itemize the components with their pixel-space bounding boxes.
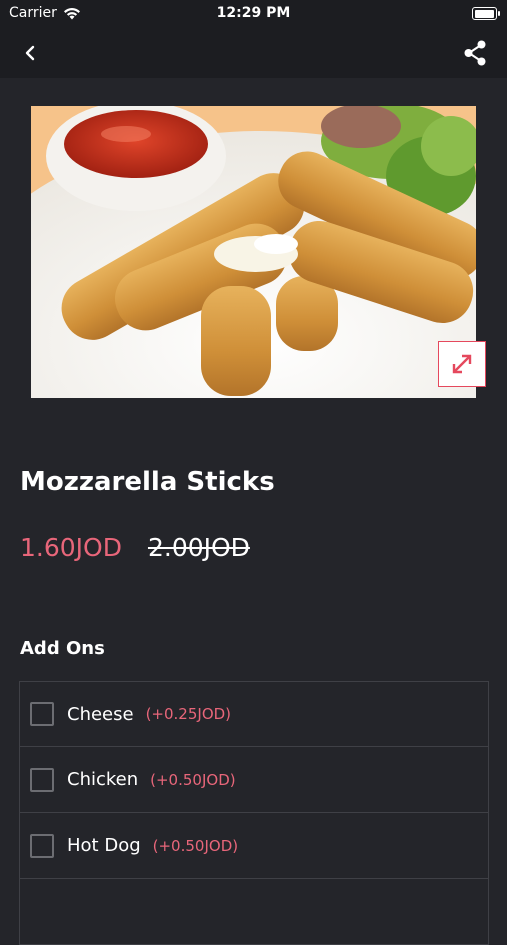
addon-checkbox[interactable] (30, 767, 54, 792)
addon-checkbox[interactable] (30, 833, 54, 858)
share-icon (464, 40, 486, 66)
nav-bar (0, 28, 507, 78)
expand-diagonal-icon (452, 354, 472, 374)
addons-list: Cheese (+0.25JOD) Chicken (+0.50JOD) Hot… (19, 681, 489, 945)
chevron-left-icon (25, 45, 35, 61)
addon-checkbox[interactable] (30, 702, 54, 726)
back-button[interactable] (14, 38, 46, 68)
addon-price: (+0.25JOD) (145, 705, 232, 723)
product-image[interactable] (31, 106, 476, 398)
addon-row-partial (19, 879, 489, 945)
addon-label: Cheese (67, 703, 134, 725)
addon-label: Chicken (67, 769, 139, 790)
expand-image-button[interactable] (438, 341, 486, 387)
status-time: 12:29 PM (216, 5, 291, 21)
addon-row-hot-dog[interactable]: Hot Dog (+0.50JOD) (19, 813, 489, 879)
share-button[interactable] (459, 37, 491, 69)
addon-row-chicken[interactable]: Chicken (+0.50JOD) (19, 747, 489, 813)
price-row: 1.60JOD 2.00JOD (20, 533, 250, 562)
price-current: 1.60JOD (20, 533, 122, 562)
addon-price: (+0.50JOD) (150, 770, 236, 789)
price-old: 2.00JOD (147, 533, 250, 562)
status-bar: Carrier 12:29 PM (0, 0, 507, 28)
food-photo (31, 106, 476, 398)
battery-icon (472, 7, 500, 20)
addon-label: Hot Dog (67, 835, 141, 856)
battery-level (474, 9, 494, 18)
sauce-bowl (46, 106, 226, 211)
product-name: Mozzarella Sticks (20, 467, 275, 497)
addon-row-cheese[interactable]: Cheese (+0.25JOD) (19, 681, 489, 747)
addons-title: Add Ons (20, 638, 105, 659)
addon-price: (+0.50JOD) (152, 836, 239, 855)
